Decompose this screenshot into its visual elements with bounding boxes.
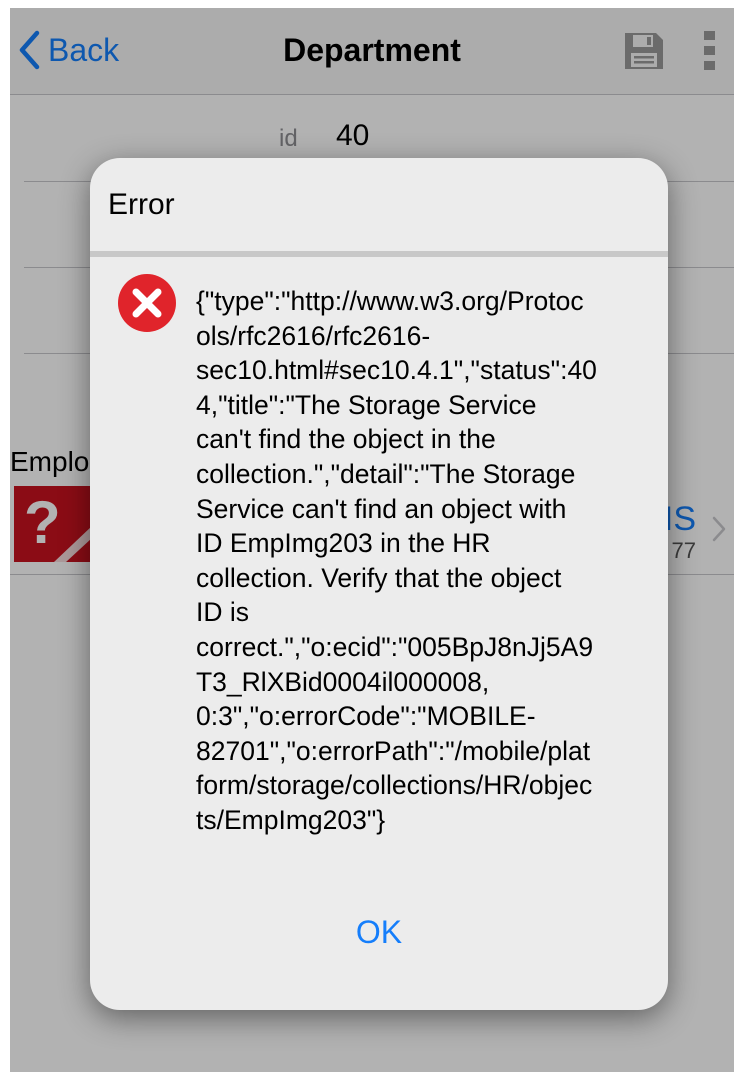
dialog-title: Error [108, 188, 175, 221]
app-screen: Back Department id 40 Emplo ? IS 77 Erro… [10, 8, 734, 1072]
dialog-divider [90, 251, 668, 257]
ok-button[interactable]: OK [90, 914, 668, 951]
error-x-icon [118, 274, 176, 332]
error-dialog: Error {"type":"http://www.w3.org/Protoc … [90, 158, 668, 1010]
error-message: {"type":"http://www.w3.org/Protoc ols/rf… [196, 286, 597, 835]
